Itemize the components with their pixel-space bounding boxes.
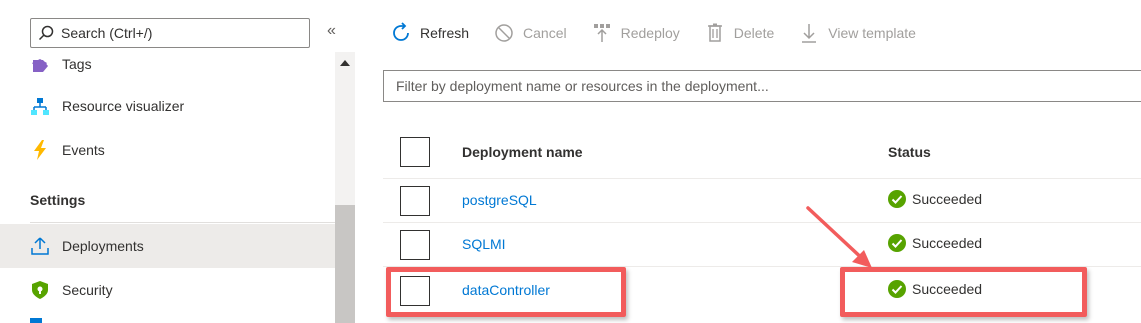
view-template-button[interactable]: View template bbox=[798, 22, 916, 44]
deployment-link[interactable]: SQLMI bbox=[462, 236, 506, 252]
scroll-up-arrow-icon[interactable] bbox=[337, 56, 353, 70]
sidebar-item-label: Resource visualizer bbox=[62, 98, 185, 114]
row-checkbox[interactable] bbox=[400, 186, 430, 216]
status-text: Succeeded bbox=[912, 191, 983, 207]
search-icon bbox=[38, 25, 54, 41]
cancel-button[interactable]: Cancel bbox=[493, 22, 567, 44]
sidebar-item-deployments[interactable]: Deployments bbox=[0, 224, 335, 268]
sidebar-item-label: Security bbox=[62, 282, 113, 298]
refresh-icon bbox=[390, 22, 412, 44]
view-template-label: View template bbox=[828, 25, 916, 41]
redeploy-icon bbox=[591, 22, 613, 44]
status-cell: Succeeded bbox=[888, 234, 982, 252]
sidebar-item-tags[interactable]: Tags bbox=[0, 42, 335, 86]
lightning-icon bbox=[30, 140, 50, 160]
trash-icon bbox=[704, 22, 726, 44]
refresh-label: Refresh bbox=[420, 25, 470, 41]
status-text: Succeeded bbox=[912, 235, 983, 251]
resource-visualizer-icon bbox=[30, 96, 50, 116]
shield-icon bbox=[30, 280, 50, 300]
redeploy-button[interactable]: Redeploy bbox=[591, 22, 680, 44]
sidebar-scrollbar-thumb[interactable] bbox=[335, 205, 355, 323]
sidebar: Search (Ctrl+/) « Tags Resource visualiz… bbox=[0, 0, 355, 323]
upload-icon bbox=[30, 236, 50, 256]
highlight-box-deployment bbox=[386, 267, 626, 317]
sidebar-item-label: Events bbox=[62, 142, 105, 158]
delete-label: Delete bbox=[733, 25, 775, 41]
column-header-deployment-name[interactable]: Deployment name bbox=[462, 144, 583, 160]
deployment-link[interactable]: postgreSQL bbox=[462, 192, 537, 208]
deployment-filter-input[interactable]: Filter by deployment name or resources i… bbox=[383, 70, 1141, 102]
sidebar-item-events[interactable]: Events bbox=[0, 128, 335, 172]
row-divider bbox=[383, 222, 1141, 223]
delete-button[interactable]: Delete bbox=[704, 22, 774, 44]
cancel-label: Cancel bbox=[523, 25, 567, 41]
success-check-icon bbox=[888, 190, 906, 208]
refresh-button[interactable]: Refresh bbox=[390, 22, 469, 44]
header-divider bbox=[383, 178, 1141, 179]
partial-nav-icon bbox=[30, 318, 42, 323]
redeploy-label: Redeploy bbox=[620, 25, 680, 41]
column-header-status[interactable]: Status bbox=[888, 144, 931, 160]
command-bar: Refresh Cancel Redeploy Delete View temp… bbox=[390, 18, 940, 48]
section-divider bbox=[30, 222, 335, 223]
tag-icon bbox=[30, 56, 50, 76]
sidebar-item-label: Tags bbox=[62, 56, 92, 72]
search-placeholder: Search (Ctrl+/) bbox=[61, 25, 153, 41]
sidebar-item-resource-visualizer[interactable]: Resource visualizer bbox=[0, 84, 335, 128]
success-check-icon bbox=[888, 234, 906, 252]
row-checkbox[interactable] bbox=[400, 230, 430, 260]
sidebar-item-label: Deployments bbox=[62, 238, 144, 254]
annotation-arrow-icon bbox=[806, 206, 872, 268]
collapse-sidebar-button[interactable]: « bbox=[327, 22, 336, 40]
filter-placeholder: Filter by deployment name or resources i… bbox=[396, 78, 769, 94]
status-cell: Succeeded bbox=[888, 190, 982, 208]
select-all-checkbox[interactable] bbox=[400, 137, 430, 167]
download-arrow-icon bbox=[798, 22, 820, 44]
cancel-icon bbox=[493, 22, 515, 44]
sidebar-item-security[interactable]: Security bbox=[0, 268, 335, 312]
settings-section-title: Settings bbox=[30, 192, 86, 208]
